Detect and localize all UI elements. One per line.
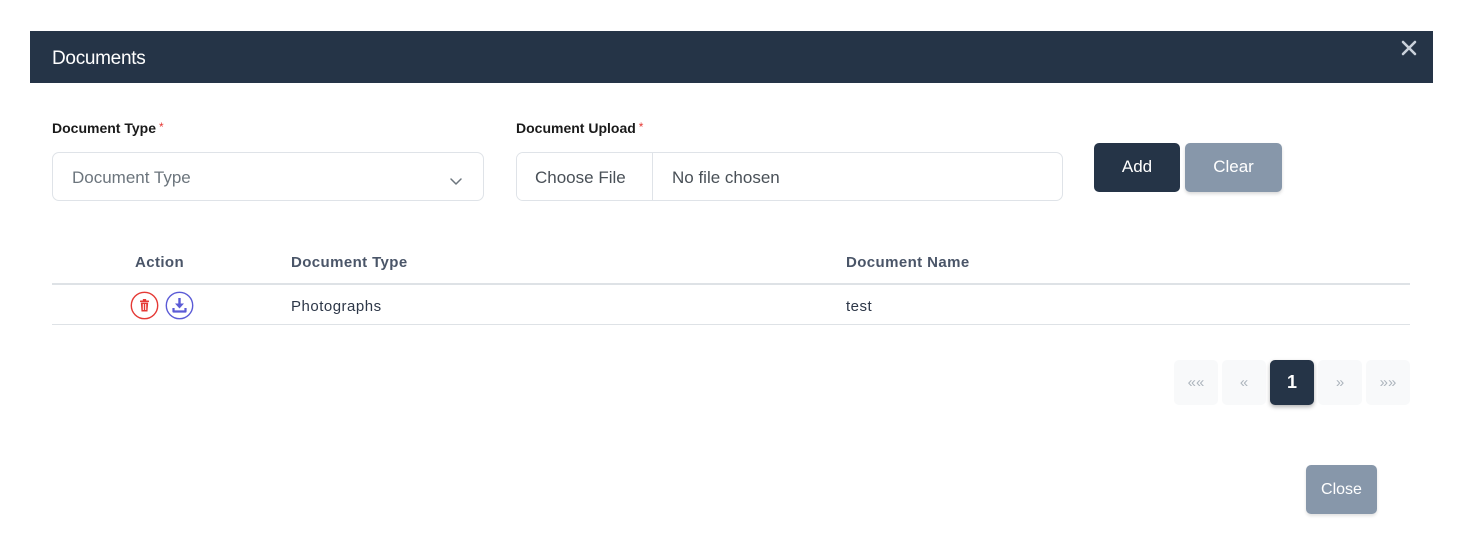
- choose-file-button[interactable]: Choose File: [517, 153, 653, 200]
- table-header-divider: [52, 283, 1410, 285]
- document-type-select-value: Document Type: [72, 168, 191, 187]
- pagination-next[interactable]: »: [1318, 360, 1362, 405]
- required-mark: *: [158, 120, 164, 134]
- column-header-document-type: Document Type: [291, 254, 408, 271]
- document-upload-label-text: Document Upload: [516, 120, 636, 136]
- file-status-text: No file chosen: [672, 168, 780, 187]
- modal-title: Documents: [52, 48, 146, 69]
- document-upload-input[interactable]: Choose File No file chosen: [516, 152, 1063, 201]
- document-type-label-text: Document Type: [52, 120, 156, 136]
- pagination-first[interactable]: ««: [1174, 360, 1218, 405]
- document-type-label: Document Type *: [52, 120, 164, 136]
- row-document-name: test: [846, 298, 873, 315]
- documents-modal: Documents Document Type * Document Type D…: [30, 31, 1433, 543]
- document-type-select[interactable]: Document Type: [52, 152, 484, 201]
- trash-icon[interactable]: [130, 291, 159, 320]
- table-row-divider: [52, 324, 1410, 325]
- pagination-prev[interactable]: «: [1222, 360, 1266, 405]
- choose-file-label: Choose File: [535, 168, 626, 187]
- pagination-page-1[interactable]: 1: [1270, 360, 1314, 405]
- close-icon[interactable]: [1398, 37, 1420, 59]
- close-button[interactable]: Close: [1306, 465, 1377, 514]
- download-icon[interactable]: [165, 291, 194, 320]
- required-mark: *: [638, 120, 644, 134]
- clear-button[interactable]: Clear: [1185, 143, 1282, 192]
- add-button[interactable]: Add: [1094, 143, 1180, 192]
- column-header-action: Action: [135, 254, 185, 271]
- pagination-last[interactable]: »»: [1366, 360, 1410, 405]
- document-upload-label: Document Upload *: [516, 120, 643, 136]
- chevron-down-icon: [449, 173, 463, 185]
- modal-header: Documents: [30, 31, 1433, 83]
- row-document-type: Photographs: [291, 298, 382, 315]
- column-header-document-name: Document Name: [846, 254, 970, 271]
